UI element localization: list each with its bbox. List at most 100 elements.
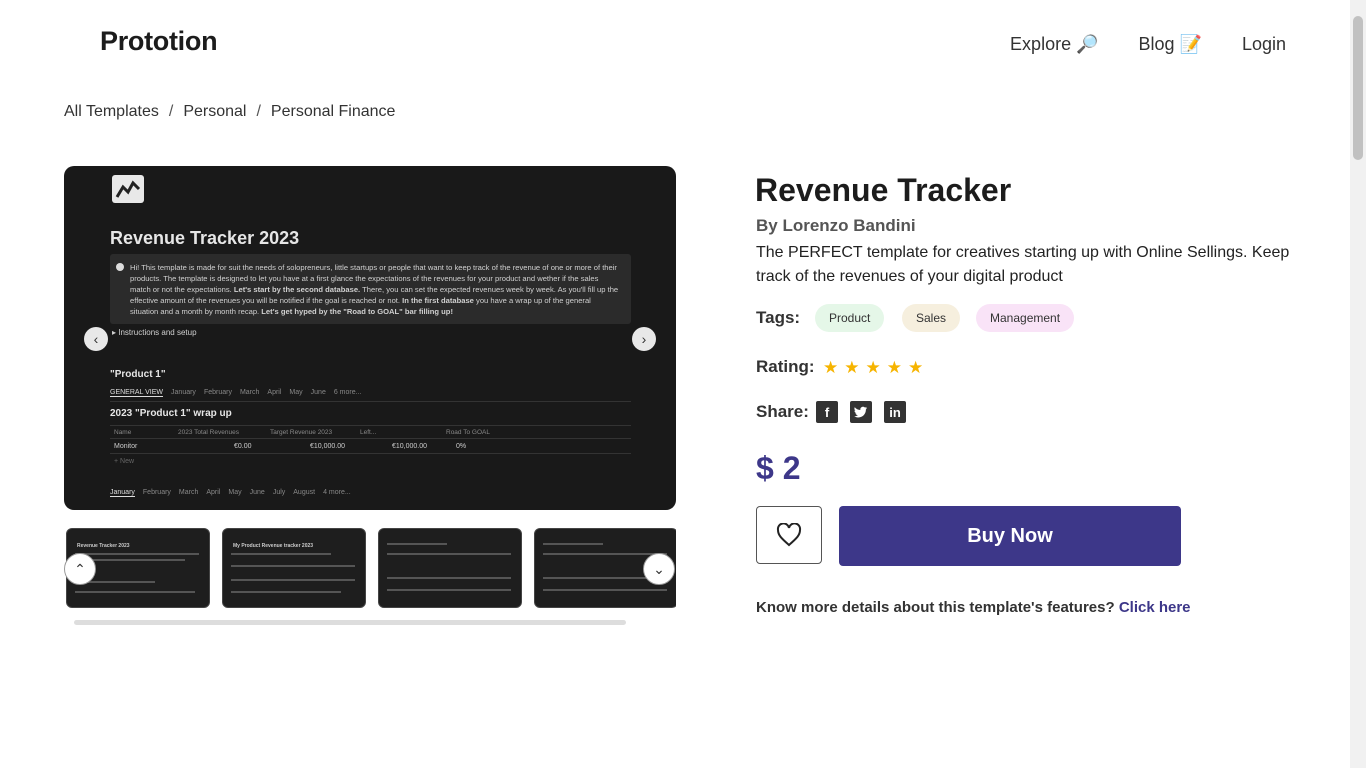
product-description: The PERFECT template for creatives start…: [756, 244, 1290, 285]
more-details-link[interactable]: Click here: [1119, 599, 1191, 616]
preview-tabs: GENERAL VIEW January February March Apri…: [110, 389, 631, 402]
twitter-icon[interactable]: [850, 401, 872, 423]
linkedin-icon[interactable]: in: [884, 401, 906, 423]
preview-toggle: ▸ Instructions and setup: [112, 328, 197, 337]
share-label: Share:: [756, 402, 809, 421]
breadcrumb: All Templates / Personal / Personal Fina…: [64, 103, 395, 121]
preview-tab: April: [267, 389, 282, 396]
preview-tab: February: [142, 489, 171, 496]
preview-product-heading: "Product 1": [110, 369, 166, 380]
table-header-cell: 2023 Total Revenues: [178, 429, 239, 436]
star-icon: ★: [908, 358, 924, 377]
thumbnail-line: [231, 579, 355, 581]
thumbnail-line: [387, 577, 511, 579]
chevron-up-icon[interactable]: ⌃: [64, 553, 96, 585]
preview-tab: June: [249, 489, 265, 496]
breadcrumb-separator: /: [256, 103, 261, 120]
preview-tab: June: [310, 389, 326, 396]
thumbnail-line: [75, 553, 199, 555]
nav-explore[interactable]: Explore 🔎: [1010, 34, 1098, 55]
table-header-cell: Road To GOAL: [446, 429, 490, 436]
star-icon: ★: [865, 358, 881, 377]
preview-tab: March: [178, 489, 199, 496]
rating-stars: ★ ★ ★ ★ ★: [823, 358, 923, 378]
preview-tab: March: [239, 389, 260, 396]
chart-icon: [112, 175, 144, 203]
nav-login[interactable]: Login: [1242, 34, 1286, 55]
table-cell: Monitor: [114, 443, 138, 450]
thumbnail-line: [543, 543, 603, 545]
preview-table-row: Monitor €0.00 €10,000.00 €10,000.00 0%: [110, 440, 631, 454]
breadcrumb-personal-finance[interactable]: Personal Finance: [271, 103, 396, 121]
tag-management[interactable]: Management: [976, 304, 1075, 332]
thumbnail-line: [387, 543, 447, 545]
more-details: Know more details about this template's …: [756, 599, 1191, 616]
preview-tab: May: [228, 489, 242, 496]
tag-sales[interactable]: Sales: [902, 304, 961, 332]
thumbnail-line: [231, 553, 331, 555]
thumbnail-line: [387, 553, 511, 555]
thumbnail-scrollbar[interactable]: [74, 620, 626, 625]
preview-doc-title: Revenue Tracker 2023: [110, 228, 300, 248]
template-preview-image: Revenue Tracker 2023 Hi! This template i…: [64, 166, 676, 510]
page-scrollbar-thumb[interactable]: [1353, 16, 1363, 160]
table-header-cell: Left...: [360, 429, 377, 436]
thumbnail-line: [543, 553, 667, 555]
toggle-label: Instructions and setup: [118, 328, 197, 337]
preview-table-header: Name 2023 Total Revenues Target Revenue …: [110, 425, 631, 439]
preview-tab: April: [206, 489, 221, 496]
preview-tab: January: [110, 489, 135, 497]
chevron-right-icon[interactable]: ›: [632, 327, 656, 351]
preview-tab: August: [293, 489, 316, 496]
nav-blog[interactable]: Blog 📝: [1139, 34, 1202, 55]
thumbnail-title: Revenue Tracker 2023: [77, 543, 130, 549]
callout-bold: Let's get hyped by the "Road to GOAL" ba…: [261, 307, 453, 316]
thumbnail-line: [543, 589, 667, 591]
product-title: Revenue Tracker: [755, 172, 1012, 208]
rating-label: Rating:: [756, 357, 815, 376]
info-icon: [116, 263, 124, 271]
thumbnail-line: [231, 591, 341, 593]
share-icons: f in: [816, 401, 906, 423]
breadcrumb-personal[interactable]: Personal: [183, 103, 246, 121]
breadcrumb-separator: /: [168, 103, 174, 120]
tag-product[interactable]: Product: [815, 304, 885, 332]
table-cell: €0.00: [234, 443, 252, 450]
page-scrollbar[interactable]: [1350, 0, 1366, 768]
chevron-left-icon[interactable]: ‹: [84, 327, 108, 351]
buy-now-button[interactable]: Buy Now: [839, 506, 1181, 566]
chevron-down-icon[interactable]: ⌄: [643, 553, 675, 585]
preview-tab: January: [171, 389, 196, 396]
preview-tab: GENERAL VIEW: [110, 389, 164, 397]
logo[interactable]: Prototion: [100, 26, 218, 57]
callout-bold: In the first database: [402, 296, 474, 305]
table-header-cell: Target Revenue 2023: [270, 429, 333, 436]
preview-tab: February: [203, 389, 232, 396]
heart-icon: [776, 523, 802, 547]
preview-tab: 4 more...: [323, 489, 351, 496]
table-header-cell: Name: [114, 429, 132, 436]
preview-wrap-heading: 2023 "Product 1" wrap up: [110, 408, 232, 419]
product-author[interactable]: By Lorenzo Bandini: [756, 216, 916, 236]
preview-tab: 6 more...: [333, 389, 362, 396]
table-cell: 0%: [456, 443, 467, 450]
preview-tab: May: [289, 389, 303, 396]
breadcrumb-all-templates[interactable]: All Templates: [64, 103, 159, 121]
main-nav: Explore 🔎 Blog 📝 Login: [1010, 34, 1286, 55]
star-icon: ★: [886, 358, 902, 377]
callout-bold: Let's start by the second database.: [233, 285, 361, 294]
preview-tab: July: [272, 489, 286, 496]
thumbnail-line: [75, 591, 195, 593]
tags-label: Tags:: [756, 308, 801, 327]
preview-callout: Hi! This template is made for suit the n…: [110, 254, 631, 324]
favorite-button[interactable]: [756, 506, 822, 564]
thumbnail[interactable]: My Product Revenue tracker 2023: [222, 528, 366, 608]
thumbnail[interactable]: [378, 528, 522, 608]
facebook-icon[interactable]: f: [816, 401, 838, 423]
preview-new-row: + New: [114, 458, 135, 465]
thumbnail-line: [387, 589, 511, 591]
more-details-text: Know more details about this template's …: [756, 599, 1115, 616]
price: $ 2: [756, 450, 801, 486]
thumbnail-title: My Product Revenue tracker 2023: [233, 543, 314, 549]
thumbnail-line: [231, 565, 355, 567]
